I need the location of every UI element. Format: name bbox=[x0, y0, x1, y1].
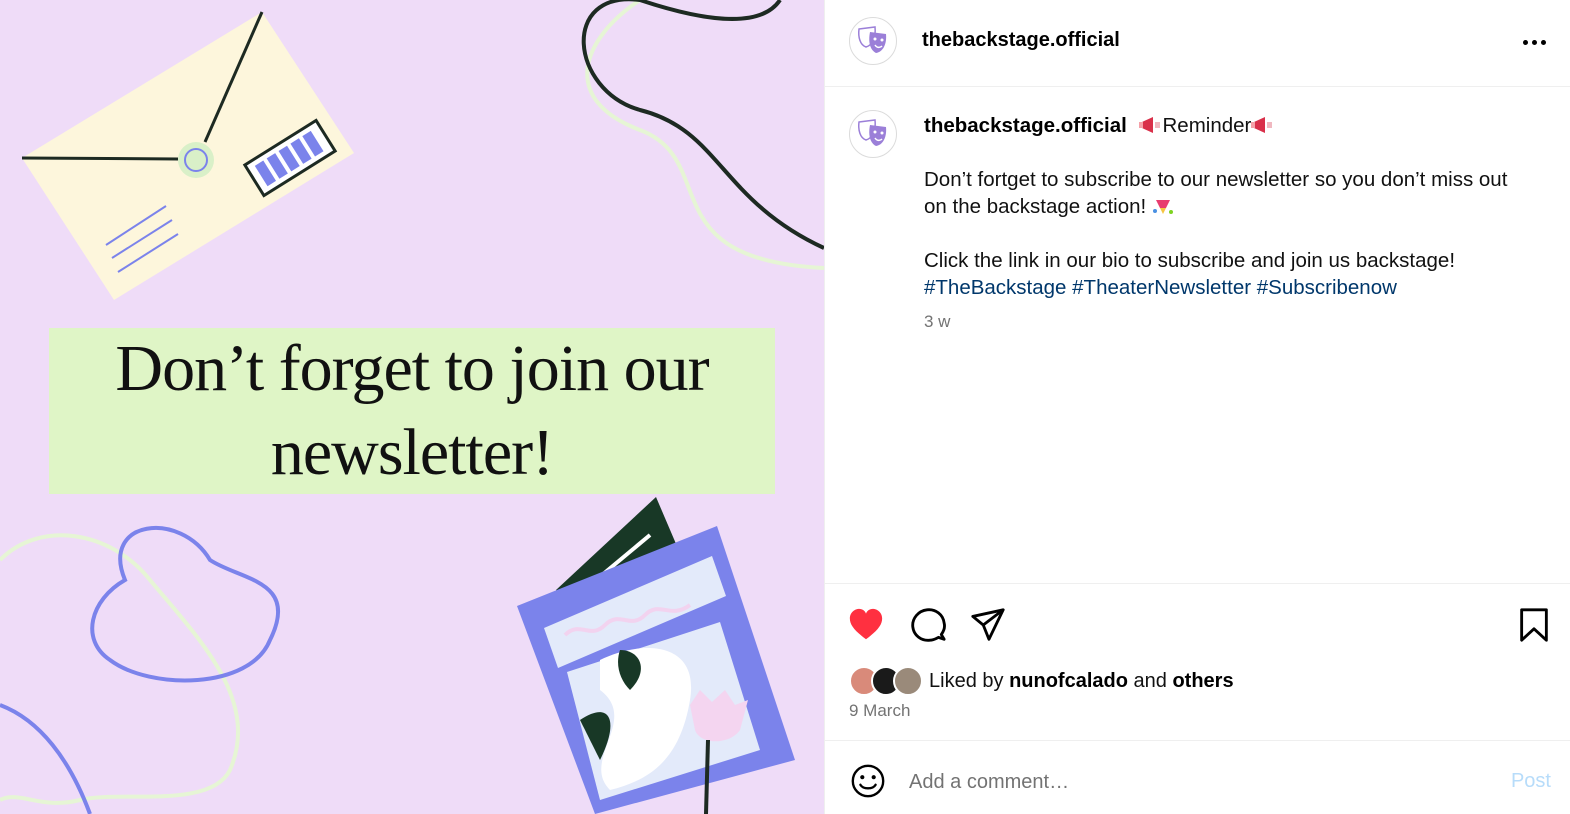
caption-paragraph-2: Click the link in our bio to subscribe a… bbox=[924, 249, 1456, 272]
hashtag-link[interactable]: #Subscribenow bbox=[1257, 276, 1397, 299]
hashtag-link[interactable]: #TheaterNewsletter bbox=[1072, 276, 1251, 299]
more-options-button[interactable] bbox=[1519, 28, 1549, 56]
liker-avatar bbox=[893, 666, 923, 696]
envelope-icon bbox=[21, 11, 354, 300]
caption-area: thebackstage.official Reminder Don’t for… bbox=[825, 88, 1570, 583]
hashtag-link[interactable]: #TheBackstage bbox=[924, 276, 1066, 299]
theater-masks-icon bbox=[858, 26, 887, 53]
post-actions: Liked by nunofcalado and others 9 March bbox=[825, 583, 1570, 741]
caption-time-ago[interactable]: 3 w bbox=[924, 312, 950, 332]
paper-plane-icon[interactable] bbox=[969, 606, 1007, 644]
comment-icon[interactable] bbox=[909, 606, 947, 644]
megaphone-icon bbox=[1251, 117, 1273, 133]
post-side-panel: thebackstage.official thebackstage.offic… bbox=[824, 0, 1570, 814]
headline-text: Don’t forget to join our newsletter! bbox=[115, 332, 709, 489]
headline-banner: Don’t forget to join our newsletter! bbox=[49, 328, 775, 494]
confetti-icon bbox=[1152, 200, 1173, 214]
megaphone-icon bbox=[1138, 117, 1160, 133]
blob-light bbox=[0, 533, 241, 805]
smiley-icon[interactable] bbox=[849, 762, 887, 800]
caption-avatar[interactable] bbox=[849, 110, 897, 158]
caption-first-line: thebackstage.official Reminder bbox=[924, 112, 1524, 139]
newsletter-card-icon bbox=[517, 497, 795, 814]
header-username[interactable]: thebackstage.official bbox=[922, 29, 1120, 52]
squiggle-dark bbox=[581, 0, 824, 250]
caption-username[interactable]: thebackstage.official bbox=[924, 114, 1127, 137]
comment-bar: Post bbox=[825, 742, 1570, 814]
theater-masks-icon bbox=[858, 119, 887, 146]
post-date[interactable]: 9 March bbox=[849, 701, 910, 721]
post-image: Don’t forget to join our newsletter! bbox=[0, 0, 824, 814]
caption-title-word: Reminder bbox=[1162, 114, 1252, 137]
caption-hashtags: #TheBackstage #TheaterNewsletter #Subscr… bbox=[924, 274, 1524, 301]
liked-by-user-link[interactable]: nunofcalado bbox=[1009, 670, 1128, 692]
caption-paragraph-1: Don’t fortget to subscribe to our newsle… bbox=[924, 168, 1508, 218]
caption-text: thebackstage.official Reminder Don’t for… bbox=[924, 112, 1524, 301]
post-header: thebackstage.official bbox=[825, 0, 1570, 87]
liked-by-text: Liked by nunofcalado and others bbox=[929, 669, 1234, 692]
profile-avatar[interactable] bbox=[849, 17, 897, 65]
comment-input[interactable] bbox=[909, 764, 1469, 800]
post-comment-button[interactable]: Post bbox=[1511, 770, 1551, 793]
more-options-icon bbox=[1522, 39, 1528, 45]
likes-summary: Liked by nunofcalado and others bbox=[849, 665, 1234, 697]
blob-periwinkle bbox=[90, 526, 280, 683]
instagram-post-view: Don’t forget to join our newsletter! the… bbox=[0, 0, 1570, 814]
bookmark-icon[interactable] bbox=[1515, 606, 1553, 644]
heart-filled-icon[interactable] bbox=[847, 606, 885, 644]
liked-by-others-link[interactable]: others bbox=[1172, 670, 1233, 692]
